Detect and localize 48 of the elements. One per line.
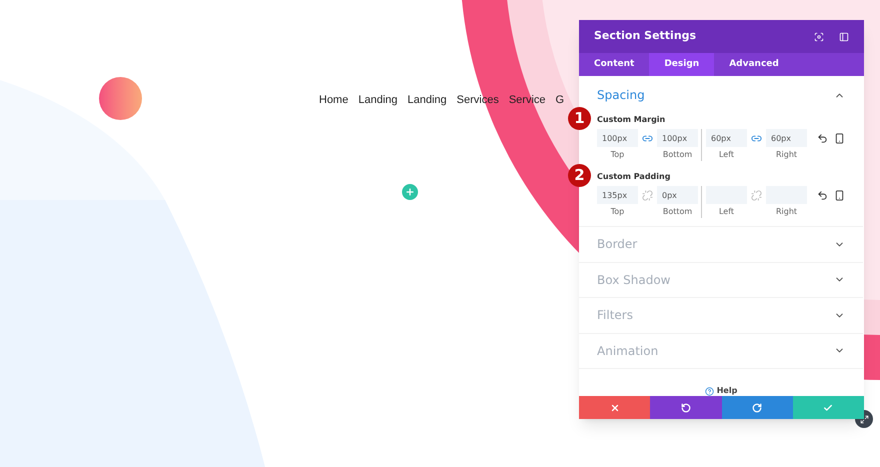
save-icon bbox=[823, 402, 834, 412]
input-caption: Top bbox=[610, 206, 624, 218]
redo-button[interactable] bbox=[722, 396, 793, 419]
spacing-input[interactable]: 135px bbox=[597, 186, 638, 204]
field-label: Custom Padding bbox=[597, 171, 672, 183]
link-icon[interactable] bbox=[642, 133, 653, 144]
spacing-input[interactable]: 100px bbox=[597, 129, 638, 147]
undo-button[interactable] bbox=[650, 396, 722, 419]
panel-tab[interactable]: Advanced bbox=[714, 53, 794, 76]
unlink-icon[interactable] bbox=[751, 190, 762, 201]
spacing-input[interactable]: 60px bbox=[706, 129, 747, 147]
resize-icon bbox=[860, 414, 868, 424]
unlink-icon[interactable] bbox=[642, 190, 653, 201]
redo-icon bbox=[752, 402, 762, 412]
help-icon bbox=[704, 386, 714, 396]
input-caption: Left bbox=[718, 149, 734, 161]
panel-title: Section Settings bbox=[594, 28, 698, 44]
focus-icon bbox=[814, 32, 824, 42]
sidebar-icon bbox=[839, 32, 849, 42]
spacing-input[interactable]: 100px bbox=[657, 129, 698, 147]
spacing-input[interactable]: 0px bbox=[657, 186, 698, 204]
panel-tab[interactable]: Content bbox=[579, 53, 650, 76]
reset-icon[interactable] bbox=[817, 190, 828, 201]
step-number-badge: 2 bbox=[568, 164, 591, 187]
phone-icon[interactable] bbox=[834, 190, 845, 201]
nav-link[interactable]: Landing bbox=[358, 92, 398, 108]
step-number-badge: 1 bbox=[568, 107, 591, 130]
undo-icon bbox=[680, 402, 691, 412]
panel-tab[interactable]: Design bbox=[649, 53, 714, 76]
link-icon[interactable] bbox=[751, 133, 762, 144]
nav-link[interactable]: G bbox=[556, 92, 564, 108]
nav-link[interactable]: Landing bbox=[408, 92, 447, 108]
reset-icon[interactable] bbox=[817, 133, 828, 144]
input-caption: Right bbox=[776, 149, 798, 161]
input-caption: Right bbox=[776, 206, 798, 218]
nav-link[interactable]: Home bbox=[319, 92, 348, 108]
help-link[interactable]: Help bbox=[716, 386, 738, 396]
add-section-button[interactable] bbox=[402, 184, 418, 200]
cancel-icon bbox=[610, 402, 620, 412]
field-label: Custom Margin bbox=[597, 114, 666, 126]
input-caption: Top bbox=[610, 149, 624, 161]
phone-icon[interactable] bbox=[834, 133, 845, 144]
spacing-input[interactable]: 60px bbox=[766, 129, 807, 147]
input-caption: Bottom bbox=[662, 149, 692, 161]
input-caption: Bottom bbox=[662, 206, 692, 218]
plus-icon bbox=[405, 187, 415, 197]
input-caption: Left bbox=[718, 206, 734, 218]
section-heading[interactable]: Spacing bbox=[597, 86, 834, 104]
